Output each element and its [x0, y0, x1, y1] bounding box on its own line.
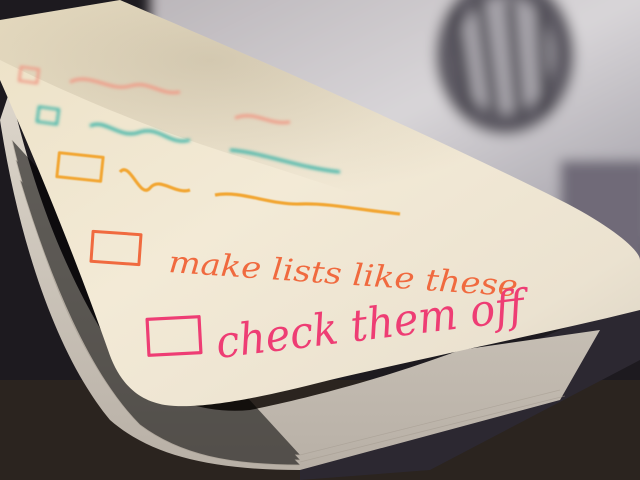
notebook-photo: make lists like these check them off	[0, 0, 640, 480]
